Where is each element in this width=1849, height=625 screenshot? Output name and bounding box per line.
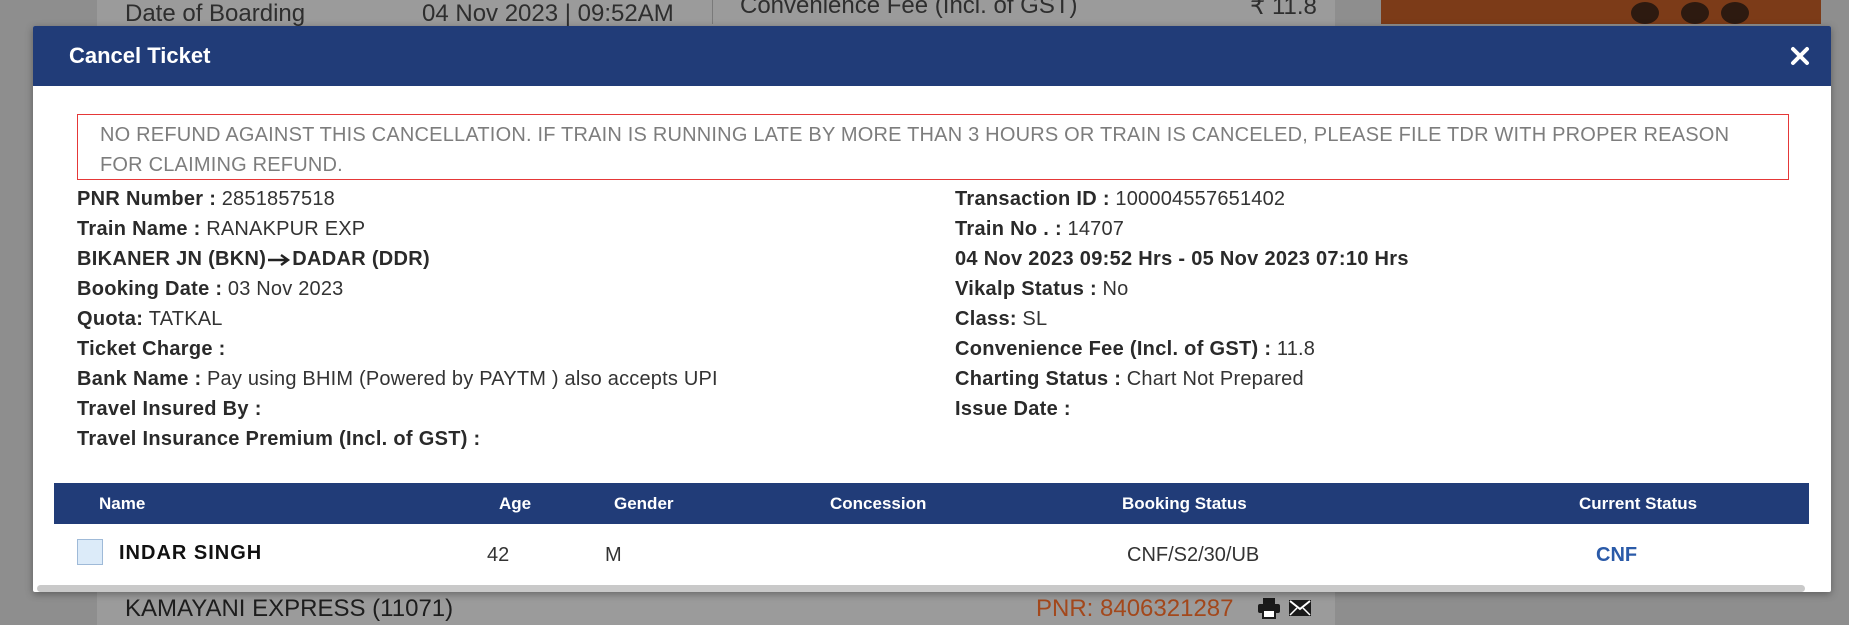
print-icon[interactable] xyxy=(1257,597,1281,619)
card-divider xyxy=(712,0,713,24)
transaction-id-label: Transaction ID : xyxy=(955,188,1110,210)
passenger-booking-status: CNF/S2/30/UB xyxy=(1127,544,1260,566)
class-label: Class: xyxy=(955,308,1017,330)
next-booking-pnr: PNR: 8406321287 xyxy=(1036,595,1234,622)
class-value: SL xyxy=(1022,308,1048,330)
horizontal-scrollbar[interactable] xyxy=(37,585,1805,592)
mail-icon[interactable] xyxy=(1288,597,1312,619)
vikalp-status-label: Vikalp Status : xyxy=(955,278,1097,300)
modal-header: Cancel Ticket xyxy=(33,26,1831,86)
date-of-boarding-value: 04 Nov 2023 | 09:52AM xyxy=(422,0,674,27)
train-no-label: Train No . : xyxy=(955,218,1062,240)
passenger-table-header: Name Age Gender Concession Booking Statu… xyxy=(54,483,1809,524)
refund-notice: NO REFUND AGAINST THIS CANCELLATION. IF … xyxy=(77,114,1789,180)
column-header-current-status: Current Status xyxy=(1579,494,1698,513)
column-header-gender: Gender xyxy=(614,494,674,513)
advertisement-banner[interactable] xyxy=(1381,0,1821,24)
close-icon[interactable] xyxy=(1787,43,1813,69)
ticket-charge-label: Ticket Charge : xyxy=(77,338,226,360)
passenger-current-status: CNF xyxy=(1596,544,1638,566)
cancel-ticket-modal: Cancel Ticket NO REFUND AGAINST THIS CAN… xyxy=(33,26,1831,592)
train-name-label: Train Name : xyxy=(77,218,201,240)
bg-convenience-fee-label: Convenience Fee (Incl. of GST) xyxy=(740,0,1078,19)
class-row: Class: SL xyxy=(955,304,1409,334)
route-from: BIKANER JN (BKN) xyxy=(77,248,267,270)
quota-label: Quota: xyxy=(77,308,144,330)
passenger-select-checkbox[interactable] xyxy=(77,539,103,565)
journey-row: 04 Nov 2023 09:52 Hrs - 05 Nov 2023 07:1… xyxy=(955,244,1409,274)
ticket-charge-row: Ticket Charge : xyxy=(77,334,718,364)
column-header-booking-status: Booking Status xyxy=(1122,494,1247,513)
vikalp-status-value: No xyxy=(1102,278,1129,300)
charting-status-label: Charting Status : xyxy=(955,368,1122,390)
convenience-fee-row: Convenience Fee (Incl. of GST) : 11.8 xyxy=(955,334,1409,364)
issue-date-label: Issue Date : xyxy=(955,398,1071,420)
quota-row: Quota: TATKAL xyxy=(77,304,718,334)
journey-timing: 04 Nov 2023 09:52 Hrs - 05 Nov 2023 07:1… xyxy=(955,248,1409,270)
route-to: DADAR (DDR) xyxy=(292,248,430,270)
vikalp-status-row: Vikalp Status : No xyxy=(955,274,1409,304)
bank-name-row: Bank Name : Pay using BHIM (Powered by P… xyxy=(77,364,718,394)
column-header-name: Name xyxy=(99,494,146,513)
convenience-fee-label: Convenience Fee (Incl. of GST) : xyxy=(955,338,1272,360)
booking-date-value: 03 Nov 2023 xyxy=(227,278,344,300)
bg-convenience-fee-value: ₹ 11.8 xyxy=(1250,0,1317,20)
ticket-details-right: Transaction ID : 100004557651402 Train N… xyxy=(955,184,1409,424)
convenience-fee-value: 11.8 xyxy=(1276,338,1316,360)
column-header-concession: Concession xyxy=(830,494,927,513)
train-name-row: Train Name : RANAKPUR EXP xyxy=(77,214,718,244)
passenger-age: 42 xyxy=(487,544,510,566)
modal-title: Cancel Ticket xyxy=(69,43,211,68)
column-header-age: Age xyxy=(499,494,532,513)
ticket-details-left: PNR Number : 2851857518 Train Name : RAN… xyxy=(77,184,718,454)
bank-name-value: Pay using BHIM (Powered by PAYTM ) also … xyxy=(207,368,718,390)
quota-value: TATKAL xyxy=(148,308,223,330)
insurance-premium-row: Travel Insurance Premium (Incl. of GST) … xyxy=(77,424,718,454)
table-row: INDAR SINGH 42 M CNF/S2/30/UB CNF xyxy=(54,524,1809,584)
charting-status-value: Chart Not Prepared xyxy=(1126,368,1304,390)
date-of-boarding-label: Date of Boarding xyxy=(125,0,306,27)
arrow-right-icon xyxy=(268,253,291,266)
transaction-id-value: 100004557651402 xyxy=(1115,188,1286,210)
next-booking-train: KAMAYANI EXPRESS (11071) xyxy=(125,595,454,622)
passenger-name: INDAR SINGH xyxy=(119,542,263,564)
charting-status-row: Charting Status : Chart Not Prepared xyxy=(955,364,1409,394)
bank-name-label: Bank Name : xyxy=(77,368,202,390)
passenger-gender: M xyxy=(605,544,622,566)
route-row: BIKANER JN (BKN) DADAR (DDR) xyxy=(77,244,718,274)
booking-date-row: Booking Date : 03 Nov 2023 xyxy=(77,274,718,304)
issue-date-row: Issue Date : xyxy=(955,394,1409,424)
train-no-row: Train No . : 14707 xyxy=(955,214,1409,244)
train-no-value: 14707 xyxy=(1067,218,1125,240)
travel-insured-row: Travel Insured By : xyxy=(77,394,718,424)
pnr-label: PNR Number : xyxy=(77,188,217,210)
insurance-premium-label: Travel Insurance Premium (Incl. of GST) … xyxy=(77,428,481,450)
booking-date-label: Booking Date : xyxy=(77,278,223,300)
travel-insured-label: Travel Insured By : xyxy=(77,398,262,420)
train-name-value: RANAKPUR EXP xyxy=(206,218,366,240)
transaction-id-row: Transaction ID : 100004557651402 xyxy=(955,184,1409,214)
pnr-row: PNR Number : 2851857518 xyxy=(77,184,718,214)
pnr-value: 2851857518 xyxy=(221,188,335,210)
